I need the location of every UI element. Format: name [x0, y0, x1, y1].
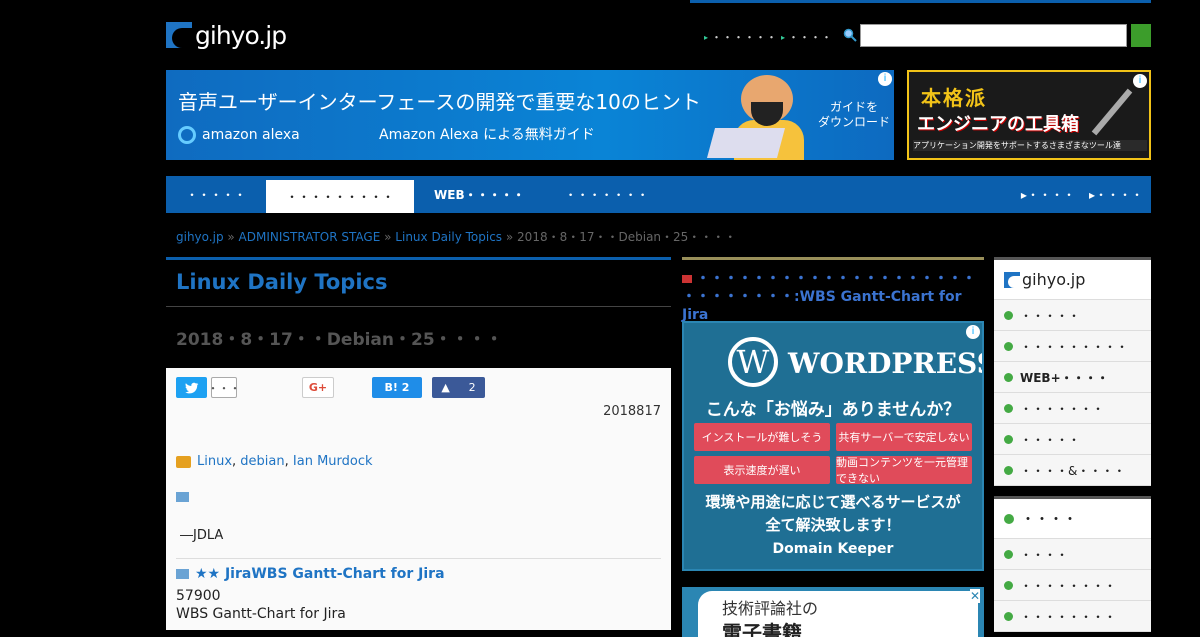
wordpress-logo-icon: W: [728, 337, 778, 387]
adchoices-icon[interactable]: i: [1133, 74, 1147, 88]
nav-right-link-1[interactable]: ▸・・・・: [1021, 186, 1075, 203]
alexa-ring-icon: [178, 126, 196, 144]
wrench-icon: [1091, 88, 1133, 136]
top-accent-bar: [690, 0, 1151, 3]
bullet-icon: [1004, 372, 1013, 382]
sidebar-box-title: ・・・・: [994, 499, 1151, 539]
ad-solution: 環境や用途に応じて選べるサービスが 全て解決致します！: [705, 493, 961, 534]
tag-link[interactable]: Ian Murdock: [293, 454, 373, 469]
flag-icon: [682, 275, 692, 283]
recommend-number: 57900: [176, 588, 221, 604]
sidebar-item[interactable]: ・・・・: [994, 539, 1151, 570]
twitter-icon: [184, 382, 198, 393]
bullet-icon: ▸: [704, 32, 709, 42]
article-body: ・・・ G+ B! 2 ▲ 2 2018817 Linux, debian, Ia…: [166, 368, 671, 630]
nav-item-1[interactable]: ・・・・・: [166, 176, 266, 213]
breadcrumb: gihyo.jp » ADMINISTRATOR STAGE » Linux D…: [176, 230, 737, 244]
promo-link[interactable]: ・・・・・・・・・・・・・・・・・・・・ ・・・・・・・・:WBS Gantt-…: [682, 257, 984, 324]
domain-keeper-logo: Domain Keeper: [772, 541, 894, 557]
bullet-icon: [1004, 310, 1013, 320]
sidebar-box-gihyo: gihyo.jp ・・・・・ ・・・・・・・・・ WEB+・・・・ ・・・・・・…: [994, 257, 1151, 486]
site-logo[interactable]: gihyo.jp: [166, 20, 308, 50]
sidebar-item[interactable]: ・・・・・: [994, 424, 1151, 455]
sidebar-item[interactable]: ・・・・・: [994, 300, 1151, 331]
search-button[interactable]: [1131, 24, 1151, 47]
promo-column: ・・・・・・・・・・・・・・・・・・・・ ・・・・・・・・:WBS Gantt-…: [682, 257, 984, 324]
sidebar-item[interactable]: ・・・・・・・: [994, 393, 1151, 424]
main-nav: ・・・・・ ・・・・・・・・・ WEB・・・・・ ・・・・・・・ ▸・・・・ ▸…: [166, 176, 1151, 213]
ad-option-3: 表示速度が遅い: [694, 456, 830, 484]
bullet-icon: [1004, 611, 1013, 621]
facebook-like-button[interactable]: ▲ 2: [432, 377, 485, 398]
sidebar-box-2: ・・・・ ・・・・ ・・・・・・・・ ・・・・・・・・: [994, 496, 1151, 632]
ad-option-1: インストールが難しそう: [694, 423, 830, 451]
bullet-icon: [1004, 513, 1014, 524]
sidebar-item[interactable]: ・・・・・・・・: [994, 601, 1151, 632]
section-title[interactable]: Linux Daily Topics: [176, 270, 387, 294]
tools-ad-banner[interactable]: 本格派 エンジニアの工具箱 アプリケーション開発をサポートするさまざまなツール達…: [907, 70, 1151, 160]
alexa-brand: amazon alexa: [178, 126, 300, 144]
breadcrumb-current: 2018・8・17・・Debian・25・・・・: [517, 230, 737, 244]
breadcrumb-topic[interactable]: Linux Daily Topics: [395, 230, 502, 244]
bullet-icon: ▸: [781, 32, 786, 42]
ad-question: こんな「お悩み」ありませんか？: [705, 400, 961, 420]
divider: [176, 558, 661, 559]
sidebar-item-webplus[interactable]: WEB+・・・・: [994, 362, 1151, 393]
article-column: Linux Daily Topics 2018・8・17・・Debian・25・…: [166, 257, 671, 637]
bullet-icon: [1004, 403, 1013, 413]
ad-option-4: 動画コンテンツを一元管理できない: [836, 456, 972, 485]
twitter-share-button[interactable]: [176, 377, 207, 398]
bullet-icon: [1004, 434, 1013, 444]
video-icon: [176, 492, 189, 502]
article-date: 2018817: [603, 404, 661, 419]
breadcrumb-home[interactable]: gihyo.jp: [176, 230, 224, 244]
adchoices-icon[interactable]: i: [966, 325, 980, 339]
header-link-2[interactable]: ▸ ・・・・: [781, 29, 832, 45]
alexa-ad-banner[interactable]: 音声ユーザーインターフェースの開発で重要な10のヒント amazon alexa…: [166, 70, 894, 160]
tag-link[interactable]: debian: [240, 454, 284, 469]
wordpress-ad[interactable]: W WORDPRESS こんな「お悩み」ありませんか？ インストールが難しそう …: [682, 321, 984, 571]
nav-item-4[interactable]: ・・・・・・・: [545, 176, 669, 213]
sidebar: gihyo.jp ・・・・・ ・・・・・・・・・ WEB+・・・・ ・・・・・・…: [994, 257, 1151, 632]
bullet-icon: [1004, 465, 1013, 475]
nav-right-link-2[interactable]: ▸・・・・: [1089, 186, 1143, 203]
bullet-icon: [1004, 341, 1013, 351]
header-link-1[interactable]: ▸ ・・・・・・: [704, 29, 777, 45]
sidebar-item[interactable]: ・・・・・・・・・: [994, 331, 1151, 362]
bullet-icon: [1004, 580, 1013, 590]
thumbs-up-icon: ▲: [441, 381, 450, 394]
section-header: Linux Daily Topics: [166, 257, 671, 307]
tag-link[interactable]: Linux: [197, 454, 232, 469]
breadcrumb-stage[interactable]: ADMINISTRATOR STAGE: [239, 230, 381, 244]
close-icon[interactable]: ✕: [969, 589, 980, 603]
nav-item-web[interactable]: WEB・・・・・: [414, 176, 545, 213]
adchoices-icon[interactable]: i: [878, 72, 892, 86]
sidebar-logo[interactable]: gihyo.jp: [994, 260, 1151, 300]
search-icon: [843, 28, 857, 42]
video-icon: [176, 569, 189, 579]
tag-icon: [176, 455, 191, 468]
download-guide-cta[interactable]: ガイドを ダウンロード: [818, 100, 890, 130]
recommend-link[interactable]: ★★ JiraWBS Gantt-Chart for Jira: [176, 566, 445, 582]
nav-item-2[interactable]: ・・・・・・・・・: [266, 180, 415, 213]
bullet-icon: [1004, 549, 1013, 559]
sidebar-item[interactable]: ・・・・&・・・・: [994, 455, 1151, 486]
logo-mark-icon: [166, 22, 192, 48]
ad-option-2: 共有サーバーで安定しない: [836, 423, 972, 451]
gplus-share-button[interactable]: G+: [302, 377, 334, 398]
article-tags: Linux, debian, Ian Murdock: [176, 454, 373, 469]
search-input[interactable]: [860, 24, 1127, 47]
wordpress-wordmark: WORDPRESS: [788, 347, 984, 380]
laptop-illustration: [706, 128, 786, 158]
twitter-count: ・・・: [208, 377, 241, 398]
sidebar-item[interactable]: ・・・・・・・・: [994, 570, 1151, 601]
hatena-bookmark-button[interactable]: B! 2: [372, 377, 422, 398]
article-title: 2018・8・17・・Debian・25・・・・: [176, 330, 503, 350]
recommend-name: WBS Gantt-Chart for Jira: [176, 606, 346, 622]
article-text: ―JDLA: [180, 528, 224, 543]
logo-mark-icon: [1004, 271, 1020, 288]
